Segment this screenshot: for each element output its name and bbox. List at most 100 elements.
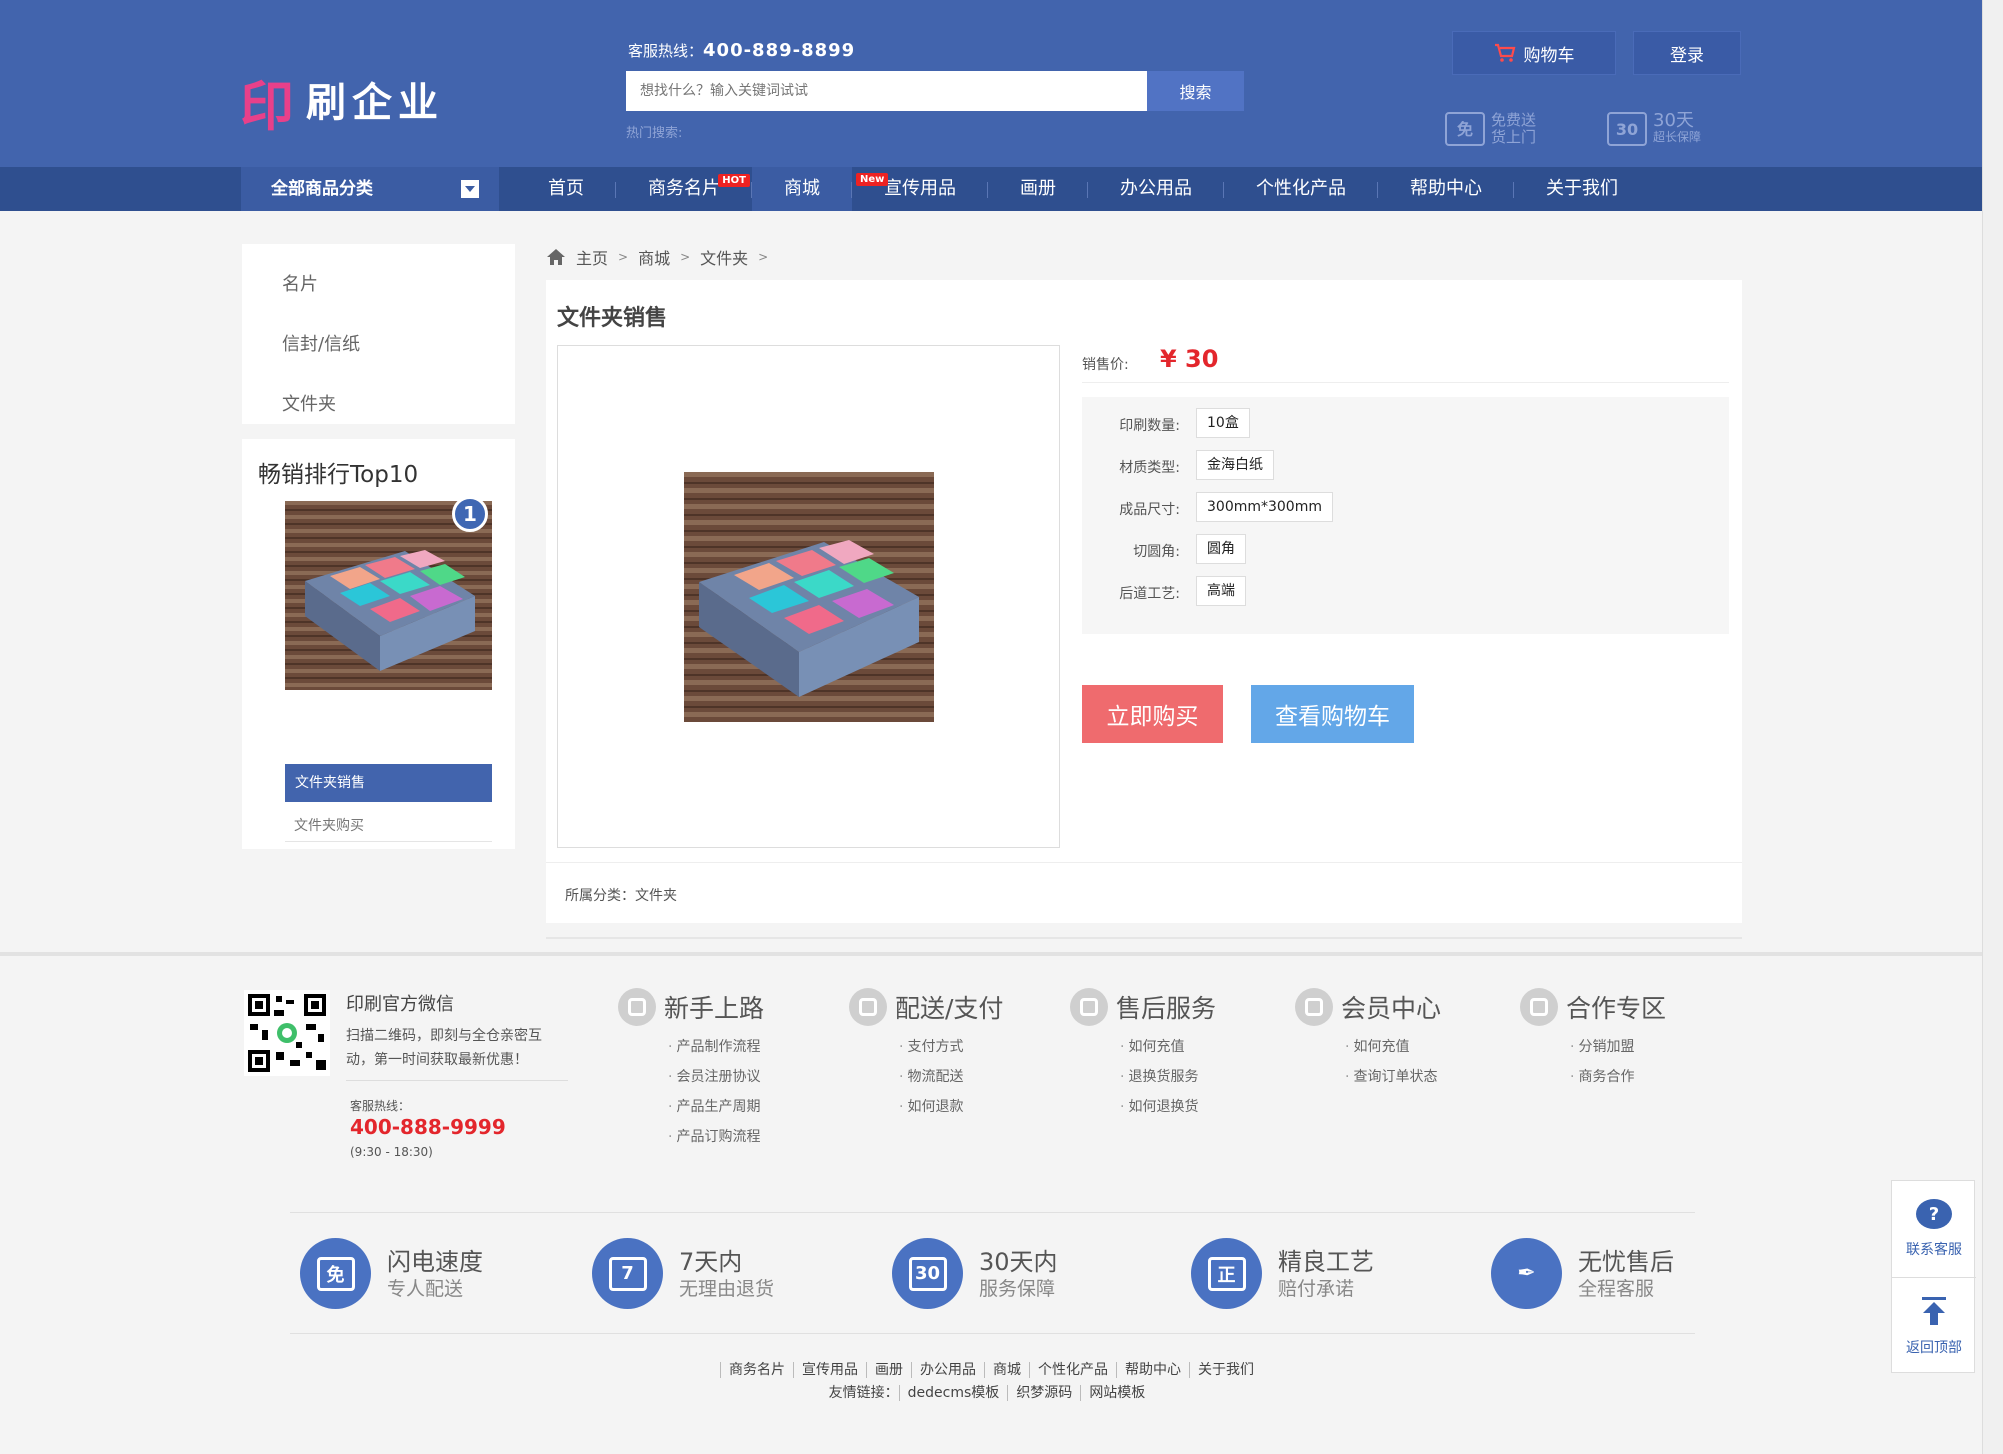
footer-column-delivery: 配送/支付 支付方式 物流配送 如何退款	[849, 988, 1003, 1122]
buy-now-button[interactable]: 立即购买	[1082, 685, 1223, 743]
footer-nav-link[interactable]: 个性化产品	[1029, 1362, 1116, 1378]
all-categories-label: 全部商品分类	[271, 179, 373, 199]
spec-size[interactable]: 300mm*300mm	[1196, 492, 1333, 522]
footer-link[interactable]: 分销加盟	[1570, 1032, 1666, 1062]
spec-label: 印刷数量:	[1119, 418, 1180, 434]
friend-link[interactable]: 织梦源码	[1007, 1385, 1081, 1401]
shopping-bag-icon: 正	[1191, 1238, 1262, 1309]
nav-item-mall[interactable]: 商城	[752, 167, 852, 211]
hotline-number: 400-889-8899	[703, 40, 856, 61]
back-to-top-button[interactable]: 返回顶部	[1892, 1278, 1976, 1374]
guarantee-line1: 30天	[1653, 110, 1694, 131]
product-image[interactable]	[684, 472, 934, 722]
sidebar-item-envelopes[interactable]: 信封/信纸	[282, 330, 360, 356]
page-scrollbar[interactable]	[1982, 0, 2003, 1454]
nav-item-business-cards[interactable]: 商务名片 HOT	[616, 167, 752, 211]
divider	[546, 862, 1742, 863]
friend-links-label: 友情链接：	[828, 1385, 899, 1401]
footer-nav-link[interactable]: 商城	[984, 1362, 1029, 1378]
footer-link[interactable]: 商务合作	[1570, 1062, 1666, 1092]
footer-link[interactable]: 会员注册协议	[668, 1062, 764, 1092]
top10-item-active[interactable]: 文件夹销售	[285, 764, 492, 802]
contact-service-button[interactable]: ? 联系客服	[1892, 1181, 1976, 1277]
spec-material[interactable]: 金海白纸	[1196, 450, 1274, 480]
footer-nav-link[interactable]: 帮助中心	[1116, 1362, 1189, 1378]
spec-label: 材质类型:	[1119, 460, 1180, 476]
top10-panel: 畅销排行Top10 1 文件夹销售 文件夹购买	[242, 439, 515, 849]
sidebar-item-folders[interactable]: 文件夹	[282, 390, 336, 416]
footer-link[interactable]: 产品制作流程	[668, 1032, 764, 1062]
breadcrumb: 主页 > 商城 > 文件夹 >	[546, 245, 768, 269]
heart-icon	[1070, 988, 1108, 1026]
nav-item-brochure[interactable]: 画册	[988, 167, 1088, 211]
nav-item-home[interactable]: 首页	[516, 167, 616, 211]
footer-link[interactable]: 如何退换货	[1120, 1092, 1216, 1122]
product-title: 文件夹销售	[557, 306, 668, 331]
footer-nav: 商务名片 宣传用品 画册 办公用品 商城 个性化产品 帮助中心 关于我们	[0, 1359, 1982, 1379]
footer-nav-link[interactable]: 关于我们	[1189, 1362, 1262, 1378]
view-cart-button[interactable]: 查看购物车	[1251, 685, 1414, 743]
spec-panel: 印刷数量: 10盒 材质类型: 金海白纸 成品尺寸: 300mm*300mm 切…	[1082, 397, 1729, 634]
spec-corner[interactable]: 圆角	[1196, 534, 1246, 564]
wechat-description: 扫描二维码，即刻与全仓亲密互动，第一时间获取最新优惠！	[346, 1028, 542, 1068]
nav-item-about[interactable]: 关于我们	[1514, 167, 1650, 211]
calendar-icon: 30	[1607, 112, 1647, 146]
footer-link[interactable]: 产品生产周期	[668, 1092, 764, 1122]
product-panel: 文件夹销售 销售价: ¥ 30 印刷数量: 10盒 材质类型: 金海白纸 成品尺…	[546, 280, 1742, 923]
footer-link[interactable]: 查询订单状态	[1345, 1062, 1441, 1092]
nav-item-help[interactable]: 帮助中心	[1378, 167, 1514, 211]
logo-mark: 印	[240, 74, 294, 138]
float-toolbar: ? 联系客服 返回顶部	[1891, 1180, 1976, 1374]
sidebar-item-cards[interactable]: 名片	[282, 270, 318, 296]
wechat-qr-code	[244, 990, 330, 1076]
breadcrumb-folders[interactable]: 文件夹	[700, 245, 748, 269]
chevron-down-icon	[461, 180, 479, 198]
footer-link[interactable]: 如何退款	[899, 1092, 1003, 1122]
login-button[interactable]: 登录	[1633, 31, 1741, 75]
footer-nav-link[interactable]: 画册	[866, 1362, 911, 1378]
price-label: 销售价:	[1082, 357, 1129, 373]
search-button[interactable]: 搜索	[1147, 71, 1244, 111]
service-label: 客服热线：	[350, 1099, 411, 1113]
footer-nav-link[interactable]: 办公用品	[911, 1362, 984, 1378]
guarantee-badge: 30 30天 超长保障	[1607, 112, 1701, 146]
footer-link[interactable]: 物流配送	[899, 1062, 1003, 1092]
footer-nav-link[interactable]: 商务名片	[720, 1362, 793, 1378]
footer-column-cooperation: 合作专区 分销加盟 商务合作	[1520, 988, 1666, 1092]
top10-item[interactable]: 文件夹购买	[294, 815, 364, 835]
price-value: ¥ 30	[1160, 345, 1219, 373]
spec-finish[interactable]: 高端	[1196, 576, 1246, 606]
breadcrumb-mall[interactable]: 商城	[638, 245, 670, 269]
divider	[1082, 382, 1729, 383]
divider	[290, 1333, 1695, 1334]
nav-item-custom[interactable]: 个性化产品	[1224, 167, 1378, 211]
footer-link[interactable]: 产品订购流程	[668, 1122, 764, 1152]
feather-icon: ✒	[1491, 1238, 1562, 1309]
spec-label: 切圆角:	[1133, 544, 1180, 560]
product-image-frame	[557, 345, 1060, 848]
spec-quantity[interactable]: 10盒	[1196, 408, 1250, 438]
footer-link[interactable]: 如何充值	[1345, 1032, 1441, 1062]
footer-link[interactable]: 支付方式	[899, 1032, 1003, 1062]
nav-item-office[interactable]: 办公用品	[1088, 167, 1224, 211]
search-input[interactable]	[626, 71, 1147, 111]
feature-quality: 正 精良工艺 赔付承诺	[1191, 1238, 1374, 1309]
guarantee-line2: 超长保障	[1653, 130, 1702, 144]
nav-item-promo[interactable]: 宣传用品 New	[852, 167, 988, 211]
friend-link[interactable]: 网站模板	[1080, 1385, 1154, 1401]
rank-badge: 1	[452, 496, 488, 532]
cart-button[interactable]: 购物车	[1452, 31, 1616, 75]
footer-column-aftersales: 售后服务 如何充值 退换货服务 如何退换货	[1070, 988, 1216, 1122]
footer-link[interactable]: 退换货服务	[1120, 1062, 1216, 1092]
chat-icon: ?	[1916, 1199, 1952, 1229]
site-logo[interactable]: 印 刷企业	[240, 62, 460, 138]
breadcrumb-home[interactable]: 主页	[576, 245, 608, 269]
hot-tag: HOT	[718, 174, 750, 187]
footer-nav-link[interactable]: 宣传用品	[793, 1362, 866, 1378]
friend-link[interactable]: dedecms模板	[898, 1385, 1008, 1401]
all-categories-button[interactable]: 全部商品分类	[241, 167, 499, 211]
footer-link[interactable]: 如何充值	[1120, 1032, 1216, 1062]
footer-divider	[0, 952, 1982, 956]
bus-icon	[1520, 988, 1558, 1026]
divider	[346, 1080, 568, 1081]
